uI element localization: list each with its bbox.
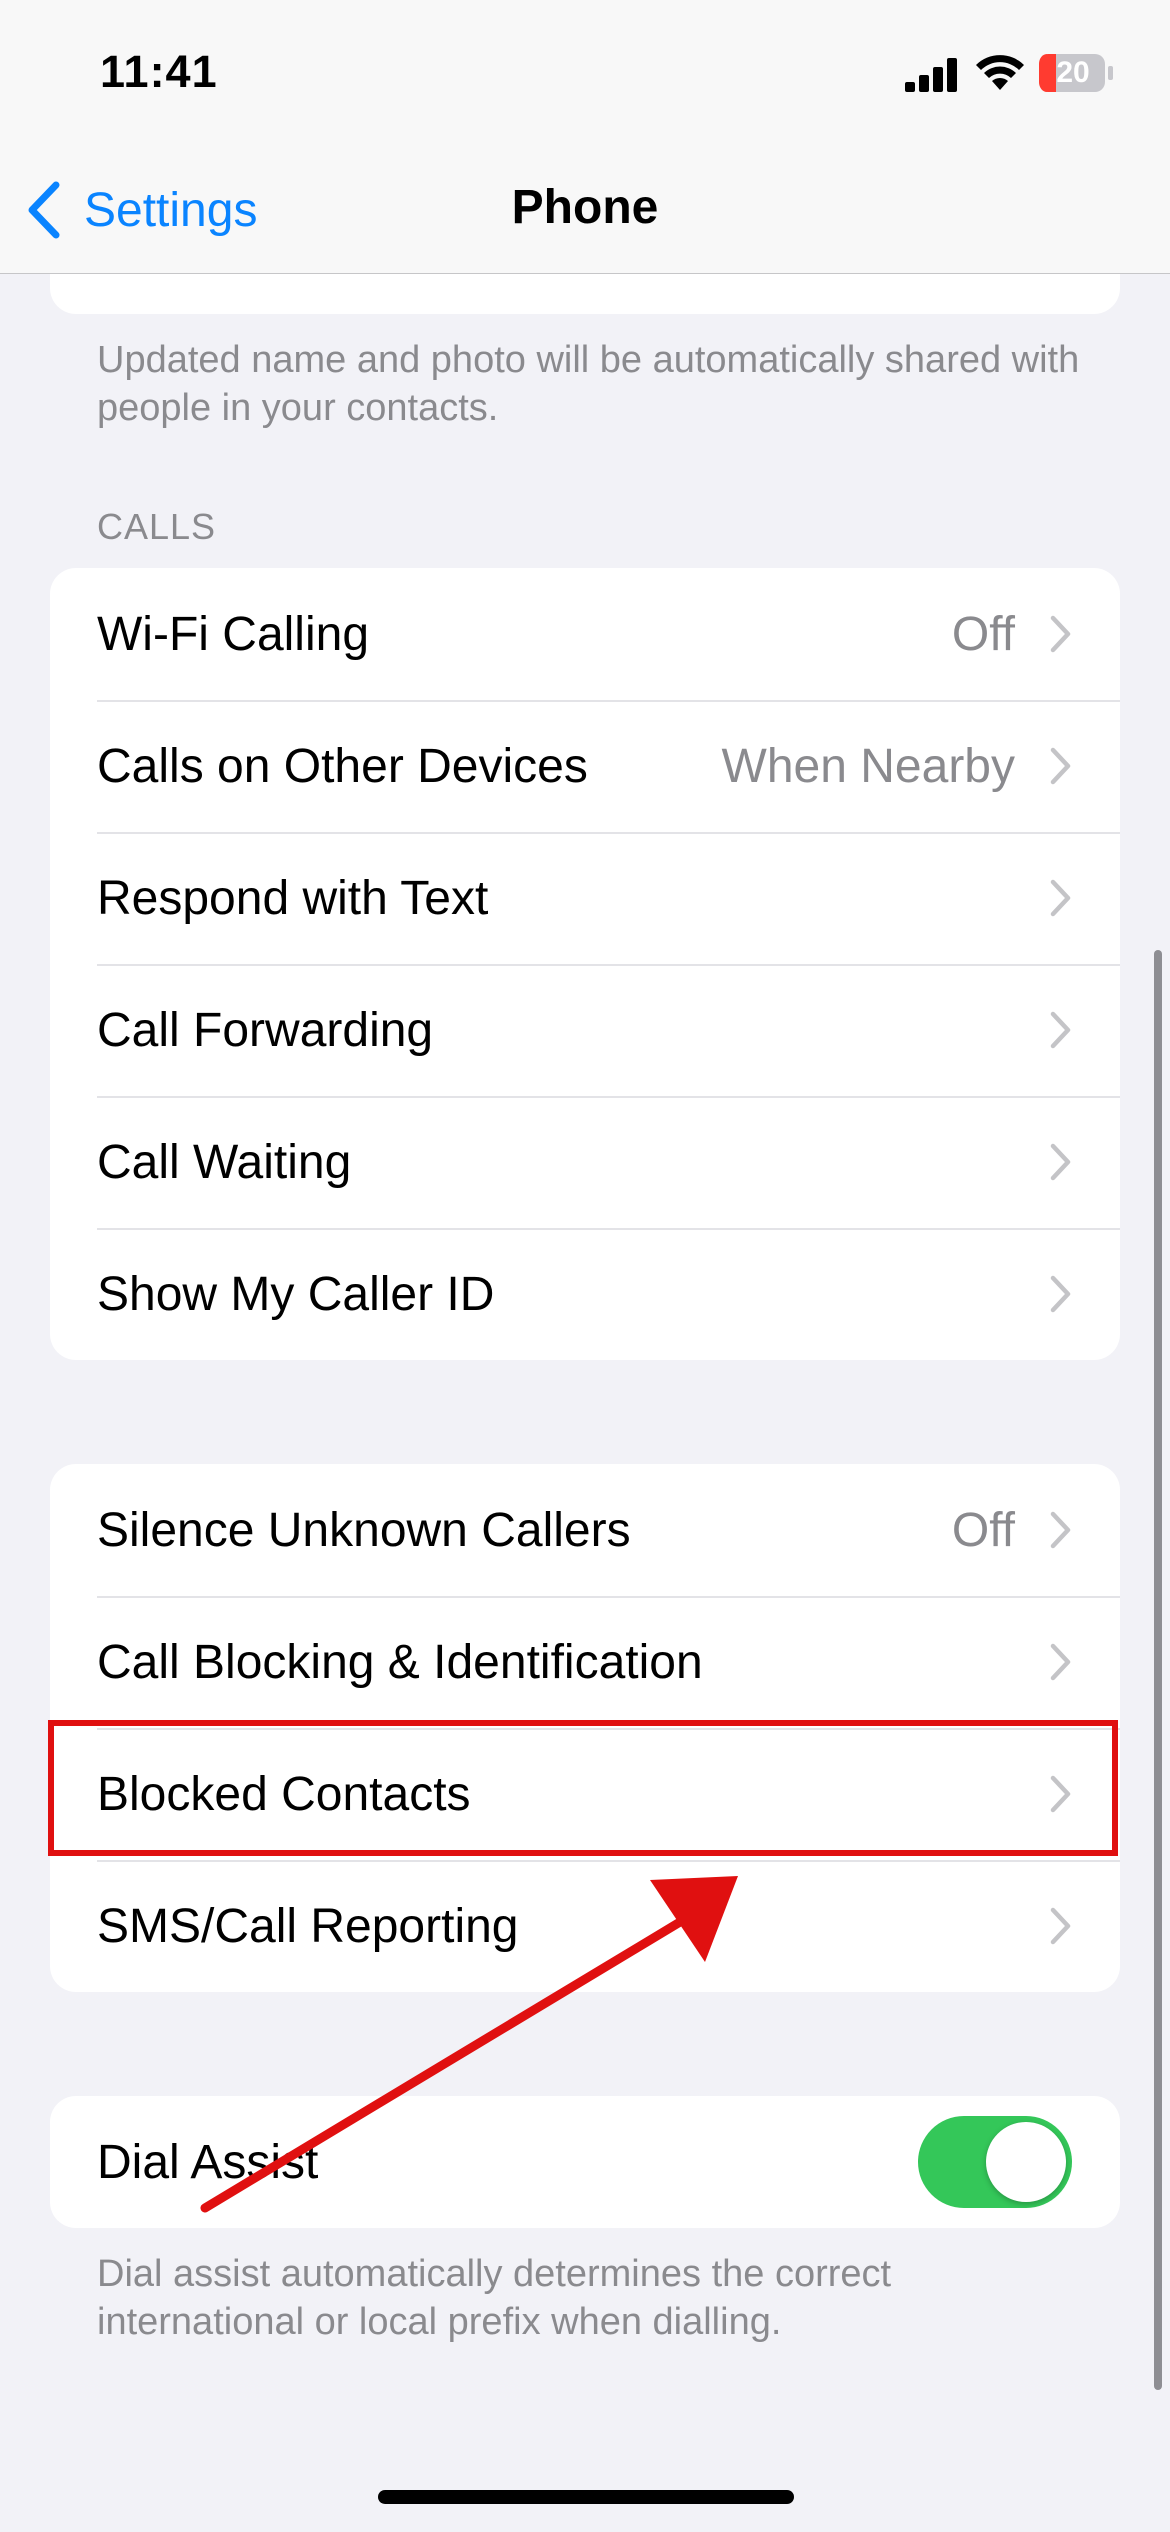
scroll-indicator[interactable] bbox=[1154, 950, 1162, 2390]
row-label: Call Waiting bbox=[97, 1135, 352, 1189]
chevron-right-icon bbox=[1050, 1011, 1071, 1049]
chevron-right-icon bbox=[1050, 1511, 1071, 1549]
home-indicator[interactable] bbox=[378, 2490, 794, 2504]
cellular-signal-icon bbox=[905, 58, 957, 92]
row-label: Respond with Text bbox=[97, 871, 489, 925]
chevron-right-icon bbox=[1050, 615, 1071, 653]
chevron-right-icon bbox=[1050, 1907, 1071, 1945]
wifi-calling-row[interactable]: Wi-Fi Calling Off bbox=[50, 568, 1120, 700]
highlight-box bbox=[48, 1720, 1118, 1856]
respond-with-text-row[interactable]: Respond with Text bbox=[50, 832, 1120, 964]
row-label: SMS/Call Reporting bbox=[97, 1899, 519, 1953]
row-value: Off bbox=[951, 1503, 1015, 1557]
calls-section-header: CALLS bbox=[97, 506, 217, 547]
status-bar: 11:41 20 bbox=[0, 0, 1170, 150]
toggle-knob bbox=[986, 2122, 1066, 2202]
row-label: Dial Assist bbox=[97, 2135, 319, 2189]
show-caller-id-row[interactable]: Show My Caller ID bbox=[50, 1228, 1120, 1360]
chevron-right-icon bbox=[1050, 1643, 1071, 1681]
dial-assist-row: Dial Assist bbox=[50, 2096, 1120, 2228]
silence-unknown-callers-row[interactable]: Silence Unknown Callers Off bbox=[50, 1464, 1120, 1596]
call-blocking-identification-row[interactable]: Call Blocking & Identification bbox=[50, 1596, 1120, 1728]
status-time: 11:41 bbox=[100, 46, 218, 97]
calls-card: Wi-Fi Calling Off Calls on Other Devices… bbox=[50, 568, 1120, 1360]
chevron-right-icon bbox=[1050, 1143, 1071, 1181]
wifi-icon bbox=[976, 55, 1024, 90]
chevron-right-icon bbox=[1050, 747, 1071, 785]
row-value: When Nearby bbox=[721, 739, 1015, 793]
row-value: Off bbox=[951, 607, 1015, 661]
chevron-right-icon bbox=[1050, 1275, 1071, 1313]
row-label: Calls on Other Devices bbox=[97, 739, 588, 793]
dial-assist-toggle[interactable] bbox=[918, 2116, 1072, 2208]
call-forwarding-row[interactable]: Call Forwarding bbox=[50, 964, 1120, 1096]
shared-name-footnote: Updated name and photo will be automatic… bbox=[97, 339, 1080, 429]
navigation-bar: Settings Phone bbox=[0, 150, 1170, 274]
dial-assist-card: Dial Assist bbox=[50, 2096, 1120, 2228]
row-label: Call Forwarding bbox=[97, 1003, 434, 1057]
call-waiting-row[interactable]: Call Waiting bbox=[50, 1096, 1120, 1228]
chevron-right-icon bbox=[1050, 879, 1071, 917]
calls-on-other-devices-row[interactable]: Calls on Other Devices When Nearby bbox=[50, 700, 1120, 832]
row-label: Silence Unknown Callers bbox=[97, 1503, 631, 1557]
phone-settings-screen: 11:41 20 Settings Phone Updated name and… bbox=[0, 0, 1170, 2532]
row-label: Show My Caller ID bbox=[97, 1267, 495, 1321]
dial-assist-footnote: Dial assist automatically determines the… bbox=[97, 2253, 892, 2343]
battery-level: 20 bbox=[1056, 56, 1090, 89]
sms-call-reporting-row[interactable]: SMS/Call Reporting bbox=[50, 1860, 1120, 1992]
row-label: Wi-Fi Calling bbox=[97, 607, 370, 661]
row-label: Call Blocking & Identification bbox=[97, 1635, 703, 1689]
page-title: Phone bbox=[511, 181, 659, 234]
